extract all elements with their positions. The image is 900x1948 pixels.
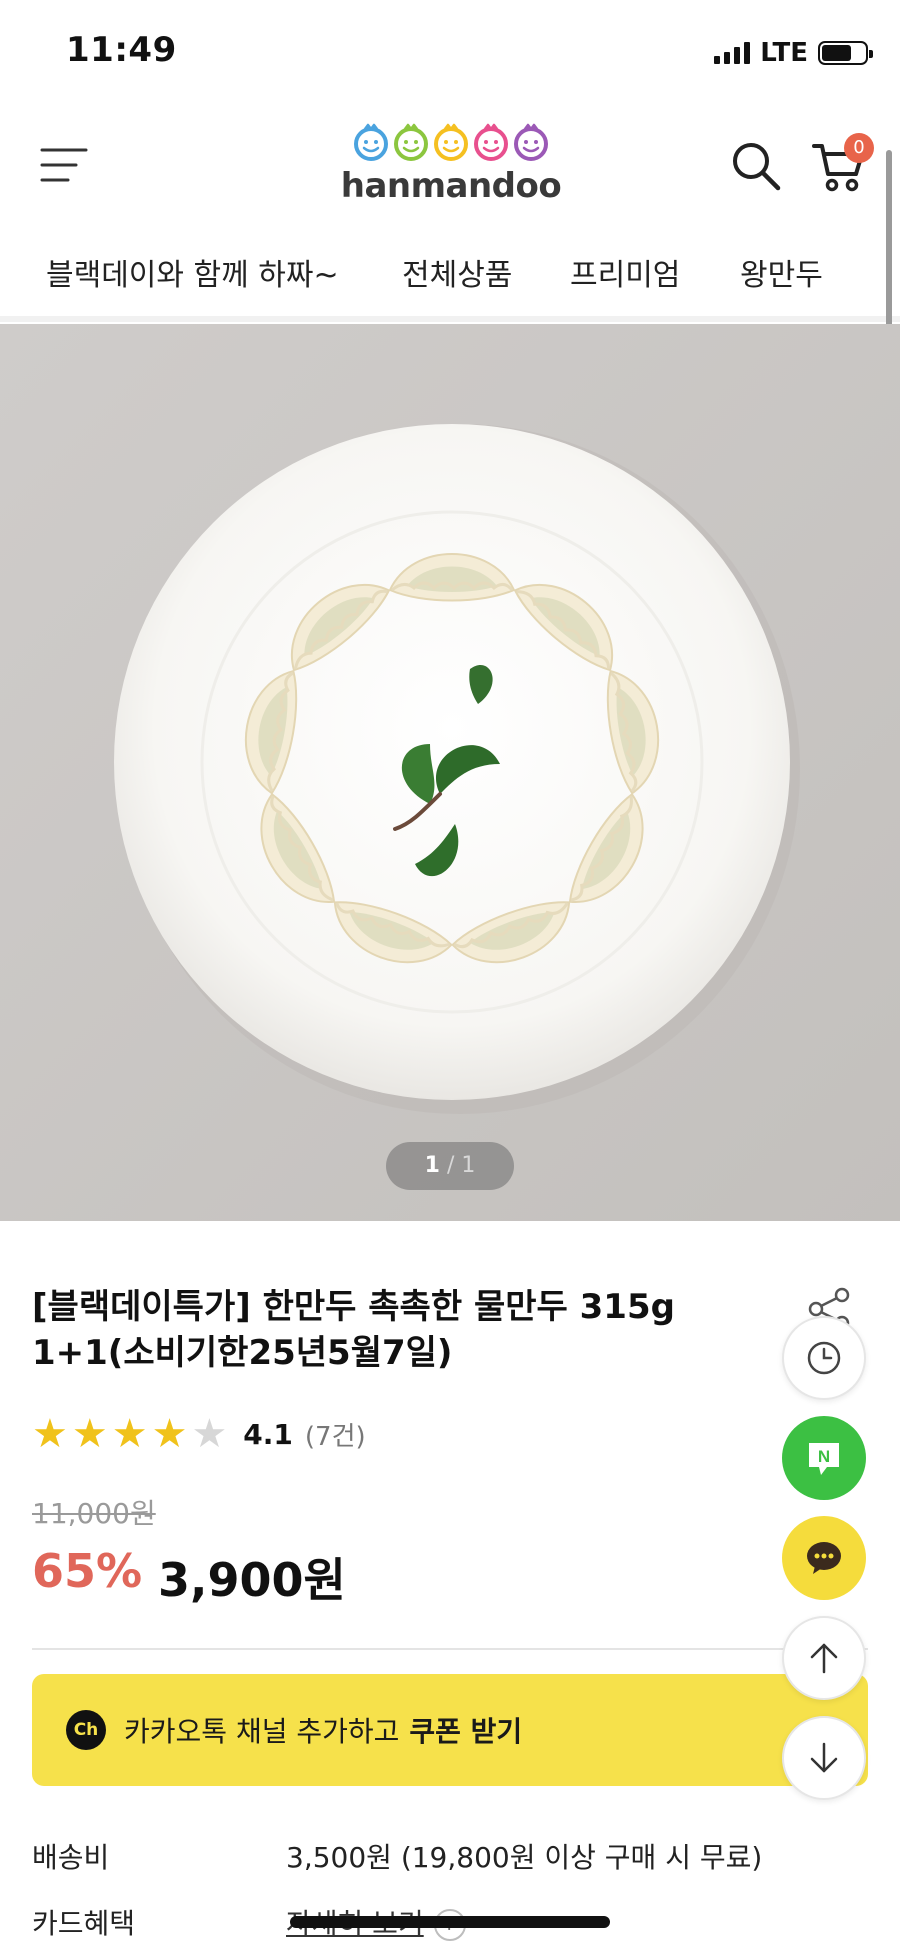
kakao-channel-coupon-banner[interactable]: Ch 카카오톡 채널 추가하고 쿠폰 받기 [32, 1674, 868, 1786]
brand-logo[interactable]: hanmandoo [336, 122, 566, 218]
scroll-bottom-arrow-icon[interactable] [782, 1716, 866, 1800]
card-benefit-label: 카드혜택 [32, 1907, 136, 1940]
home-indicator [290, 1916, 610, 1928]
signal-icon [714, 42, 751, 64]
category-tab-all-products[interactable]: 전체상품 [402, 250, 512, 294]
rating-star-icon: ★ [151, 1411, 188, 1457]
image-counter: 1 / 1 [386, 1142, 514, 1190]
site-header: hanmandoo [0, 110, 900, 220]
kakao-banner-cta: 쿠폰 받기 [409, 1715, 523, 1748]
search-icon[interactable] [728, 138, 784, 194]
kakao-channel-icon: Ch [66, 1710, 106, 1750]
rating-stars: ★ ★ ★ ★ ★ [32, 1412, 231, 1456]
category-tab-king-dumpling[interactable]: 왕만두 [740, 250, 823, 294]
status-time: 11:49 [66, 30, 177, 70]
product-rating[interactable]: ★ ★ ★ ★ ★ 4.1 (7건) [32, 1412, 366, 1456]
shipping-label: 배송비 [32, 1841, 110, 1874]
discount-rate: 65% [32, 1544, 143, 1598]
original-price: 11,000원 [32, 1497, 156, 1530]
category-nav: 블랙데이와 함께 하짜~ 전체상품 프리미엄 왕만두 [0, 220, 900, 322]
battery-icon [818, 41, 873, 65]
product-title: [블랙데이특가] 한만두 촉촉한 물만두 315g 1+1(소비기한25년5월7… [32, 1287, 675, 1373]
logo-face-icon [434, 123, 468, 161]
network-type: LTE [760, 38, 808, 68]
naver-talk-icon[interactable]: N [782, 1416, 866, 1500]
logo-face-icon [394, 123, 428, 161]
rating-star-icon: ★ [32, 1411, 68, 1457]
image-counter-current: 1 [424, 1153, 440, 1178]
shipping-value: 3,500원 (19,800원 이상 구매 시 무료) [286, 1841, 763, 1874]
image-counter-total: 1 [461, 1153, 476, 1178]
status-indicators: LTE [714, 38, 873, 68]
kakao-talk-icon[interactable] [782, 1516, 866, 1600]
rating-star-icon: ★ [111, 1411, 148, 1457]
naver-talk-letter: N [818, 1447, 830, 1466]
image-counter-separator: / [446, 1153, 455, 1178]
logo-text: hanmandoo [340, 166, 562, 206]
kakao-banner-text: 카카오톡 채널 추가하고 [124, 1715, 400, 1748]
scroll-top-arrow-icon[interactable] [782, 1616, 866, 1700]
sale-price: 3,900원 [158, 1553, 346, 1607]
logo-face-icon [514, 123, 548, 161]
cart-count-badge: 0 [844, 133, 874, 163]
logo-face-icon [474, 123, 508, 161]
rating-star-icon: ★ [71, 1411, 108, 1457]
category-tab-premium[interactable]: 프리미엄 [570, 250, 680, 294]
rating-star-icon: ★ [191, 1411, 228, 1457]
category-tab-blackday[interactable]: 블랙데이와 함께 하짜~ [46, 250, 339, 294]
recent-view-clock-icon[interactable] [782, 1316, 866, 1400]
product-image[interactable] [0, 324, 900, 1221]
logo-faces [336, 122, 566, 166]
review-count: (7건) [304, 1421, 366, 1452]
hamburger-menu-icon[interactable] [40, 144, 88, 186]
rating-value: 4.1 [243, 1417, 293, 1451]
divider [32, 1648, 868, 1650]
logo-face-icon [354, 123, 388, 161]
status-bar: 11:49 LTE [0, 0, 900, 110]
